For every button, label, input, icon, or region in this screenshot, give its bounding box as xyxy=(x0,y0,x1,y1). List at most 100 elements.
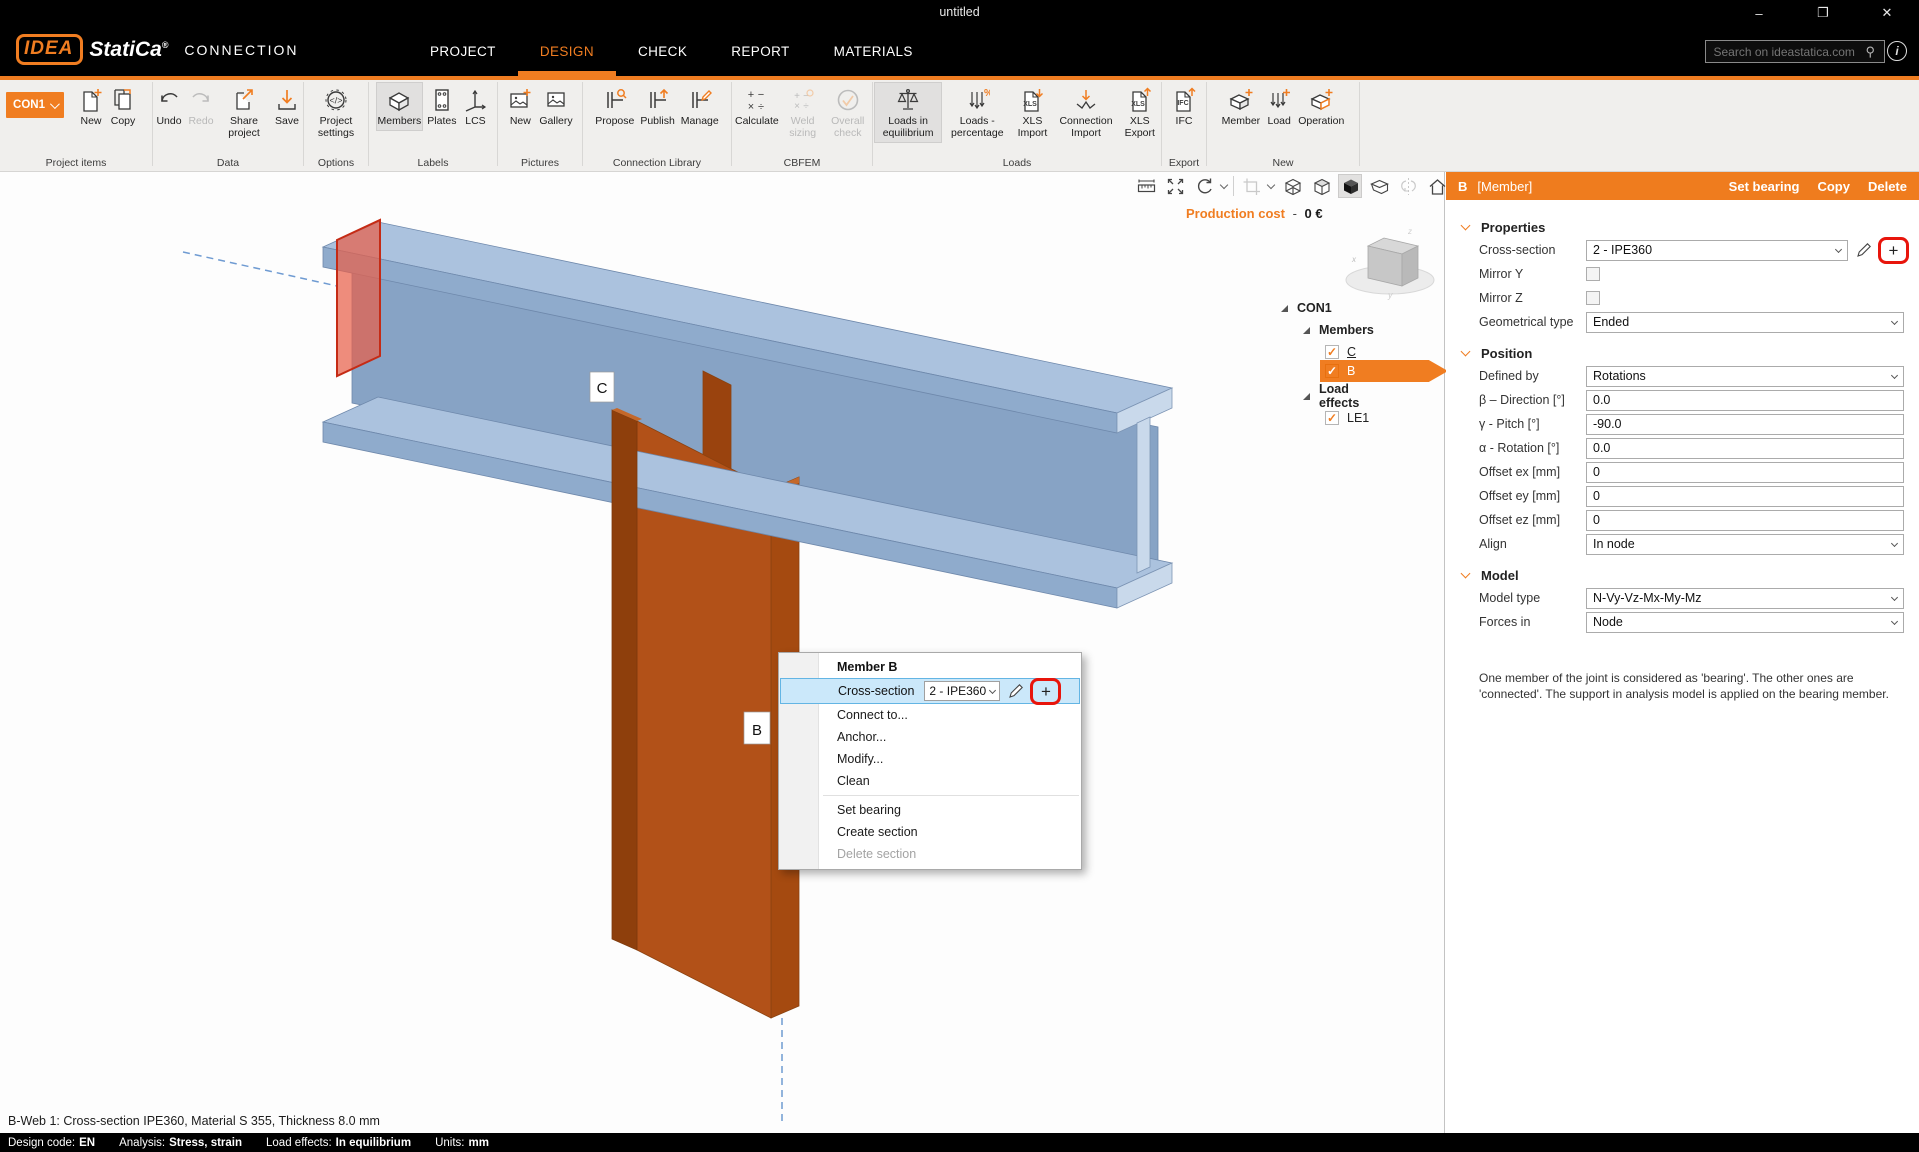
project-item-selector[interactable]: CON1 xyxy=(6,92,64,118)
navigation-cube[interactable]: x y z xyxy=(1338,220,1442,300)
ribbon-item-connection-import[interactable]: Connection Import xyxy=(1055,82,1118,143)
tree-item-members[interactable]: Members xyxy=(1303,320,1374,340)
input--pitch-[interactable]: -90.0 xyxy=(1586,414,1904,435)
ribbon-item-ifc[interactable]: IFC IFC xyxy=(1169,82,1199,131)
member-label-column[interactable]: B xyxy=(744,712,770,744)
tree-expander-icon[interactable] xyxy=(1281,305,1288,312)
input--direction-[interactable]: 0.0 xyxy=(1586,390,1904,411)
ribbon-item-loads-in-equilibrium[interactable]: Loads in equilibrium xyxy=(874,82,942,143)
measure-icon[interactable] xyxy=(1134,174,1158,198)
product-name: CONNECTION xyxy=(184,42,298,58)
rotate-view-icon[interactable] xyxy=(1192,174,1216,198)
fit-view-icon[interactable] xyxy=(1163,174,1187,198)
search-input[interactable] xyxy=(1705,40,1885,63)
input--rotation-[interactable]: 0.0 xyxy=(1586,438,1904,459)
minimize-icon[interactable]: – xyxy=(1727,0,1791,26)
tree-item-load-effects[interactable]: Load effects xyxy=(1303,386,1359,406)
context-menu-cross-section-row[interactable]: Cross-section 2 - IPE360 + xyxy=(780,678,1080,704)
tab-design[interactable]: DESIGN xyxy=(518,26,616,76)
ribbon-item-plates[interactable]: Plates xyxy=(425,82,458,131)
input-offset-ex-mm-[interactable]: 0 xyxy=(1586,462,1904,483)
section-header-properties[interactable]: Properties xyxy=(1460,216,1904,238)
tab-project[interactable]: PROJECT xyxy=(408,26,518,76)
context-menu-item-anchor-[interactable]: Anchor... xyxy=(779,726,1081,748)
cube-solid-icon[interactable] xyxy=(1338,174,1362,198)
ribbon-item-loads-percentage[interactable]: % Loads - percentage xyxy=(944,82,1010,143)
ribbon-item-publish[interactable]: Publish xyxy=(638,82,676,131)
checkbox-mirror-z[interactable] xyxy=(1586,291,1600,305)
ribbon-item-new[interactable]: New xyxy=(76,82,106,131)
tab-report[interactable]: REPORT xyxy=(709,26,811,76)
tree-item-b[interactable]: ✓B xyxy=(1325,361,1355,381)
ribbon-item-gallery[interactable]: Gallery xyxy=(537,82,574,131)
edit-cross-section-icon[interactable] xyxy=(1008,683,1024,699)
ribbon-item-operation[interactable]: Operation xyxy=(1296,82,1346,131)
ribbon-item-project-settings[interactable]: </> Project settings xyxy=(305,82,367,143)
tree-checkbox[interactable]: ✓ xyxy=(1325,364,1339,378)
ribbon-item-propose[interactable]: Propose xyxy=(593,82,636,131)
select-cross-section[interactable]: 2 - IPE360 xyxy=(1586,240,1848,261)
select-defined-by[interactable]: Rotations xyxy=(1586,366,1904,387)
idea-statica-connection-window: untitled – ❐ ✕ IDEA StatiCa® CONNECTION … xyxy=(0,0,1919,1152)
ribbon-item-undo[interactable]: Undo xyxy=(154,82,184,143)
tab-materials[interactable]: MATERIALS xyxy=(812,26,935,76)
context-menu-item-modify-[interactable]: Modify... xyxy=(779,748,1081,770)
input-offset-ez-mm-[interactable]: 0 xyxy=(1586,510,1904,531)
cross-section-select[interactable]: 2 - IPE360 xyxy=(924,681,1000,701)
member-label-beam[interactable]: C xyxy=(590,372,614,402)
box-view-icon[interactable] xyxy=(1367,174,1391,198)
ribbon-item-xls-export[interactable]: XLS XLS Export xyxy=(1120,82,1161,143)
ribbon-item-manage[interactable]: Manage xyxy=(679,82,721,131)
tree-checkbox[interactable]: ✓ xyxy=(1325,411,1339,425)
ribbon-item-save[interactable]: Save xyxy=(272,82,302,143)
maximize-icon[interactable]: ❐ xyxy=(1791,0,1855,26)
ribbon-item-new[interactable]: New xyxy=(505,82,535,131)
context-menu-item-create-section[interactable]: Create section xyxy=(779,821,1081,843)
input-offset-ey-mm-[interactable]: 0 xyxy=(1586,486,1904,507)
tree-item-con1[interactable]: CON1 xyxy=(1281,298,1332,318)
ribbon-item-member[interactable]: Member xyxy=(1220,82,1263,131)
checkbox-mirror-y[interactable] xyxy=(1586,267,1600,281)
select-forces-in[interactable]: Node xyxy=(1586,612,1904,633)
ribbon-item-members[interactable]: Members xyxy=(376,82,424,131)
cube-wireframe-icon[interactable] xyxy=(1280,174,1304,198)
edit-cross-section-icon[interactable] xyxy=(1856,242,1872,258)
select-geometrical-type[interactable]: Ended xyxy=(1586,312,1904,333)
select-align[interactable]: In node xyxy=(1586,534,1904,555)
chevron-down-icon[interactable] xyxy=(1267,181,1275,189)
context-menu-item-clean[interactable]: Clean xyxy=(779,770,1081,792)
ribbon-item-calculate[interactable]: +−×÷ Calculate xyxy=(733,82,781,143)
section-header-model[interactable]: Model xyxy=(1460,564,1904,586)
ribbon-item-load[interactable]: Load xyxy=(1264,82,1294,131)
tree-expander-icon[interactable] xyxy=(1303,393,1310,400)
select-model-type[interactable]: N-Vy-Vz-Mx-My-Mz xyxy=(1586,588,1904,609)
model-end-plate-highlighted[interactable] xyxy=(337,220,380,376)
ribbon-item-lcs[interactable]: LCS xyxy=(460,82,490,131)
panel-action-copy[interactable]: Copy xyxy=(1817,179,1850,194)
section-header-position[interactable]: Position xyxy=(1460,342,1904,364)
panel-member-id: B xyxy=(1458,179,1467,194)
add-cross-section-button[interactable]: + xyxy=(1041,683,1051,700)
context-menu-item-connect-to-[interactable]: Connect to... xyxy=(779,704,1081,726)
cube-shaded-icon[interactable] xyxy=(1309,174,1333,198)
ribbon-item-copy[interactable]: Copy xyxy=(108,82,138,131)
panel-action-delete[interactable]: Delete xyxy=(1868,179,1907,194)
model-viewport[interactable]: C B Production cost - 0 € x y z CON1 Mem… xyxy=(0,172,1445,1133)
ribbon-group: </> Project settings Options xyxy=(304,80,368,172)
tree-expander-icon[interactable] xyxy=(1303,327,1310,334)
context-menu-item-set-bearing[interactable]: Set bearing xyxy=(779,799,1081,821)
svg-text:−: − xyxy=(758,89,764,101)
tree-checkbox[interactable]: ✓ xyxy=(1325,345,1339,359)
close-icon[interactable]: ✕ xyxy=(1855,0,1919,26)
cross-section-label: Cross-section xyxy=(838,684,914,698)
ribbon-item-share-project[interactable]: Share project xyxy=(218,82,270,143)
chevron-down-icon[interactable] xyxy=(1220,181,1228,189)
tab-check[interactable]: CHECK xyxy=(616,26,709,76)
ribbon-item-xls-import[interactable]: XLS XLS Import xyxy=(1012,82,1052,143)
info-icon[interactable]: i xyxy=(1887,41,1907,61)
model-column-near-flange[interactable] xyxy=(612,410,637,950)
add-cross-section-button[interactable]: + xyxy=(1889,242,1899,259)
tree-item-c[interactable]: ✓C xyxy=(1325,342,1356,362)
panel-action-set-bearing[interactable]: Set bearing xyxy=(1729,179,1800,194)
tree-item-le1[interactable]: ✓LE1 xyxy=(1325,408,1369,428)
